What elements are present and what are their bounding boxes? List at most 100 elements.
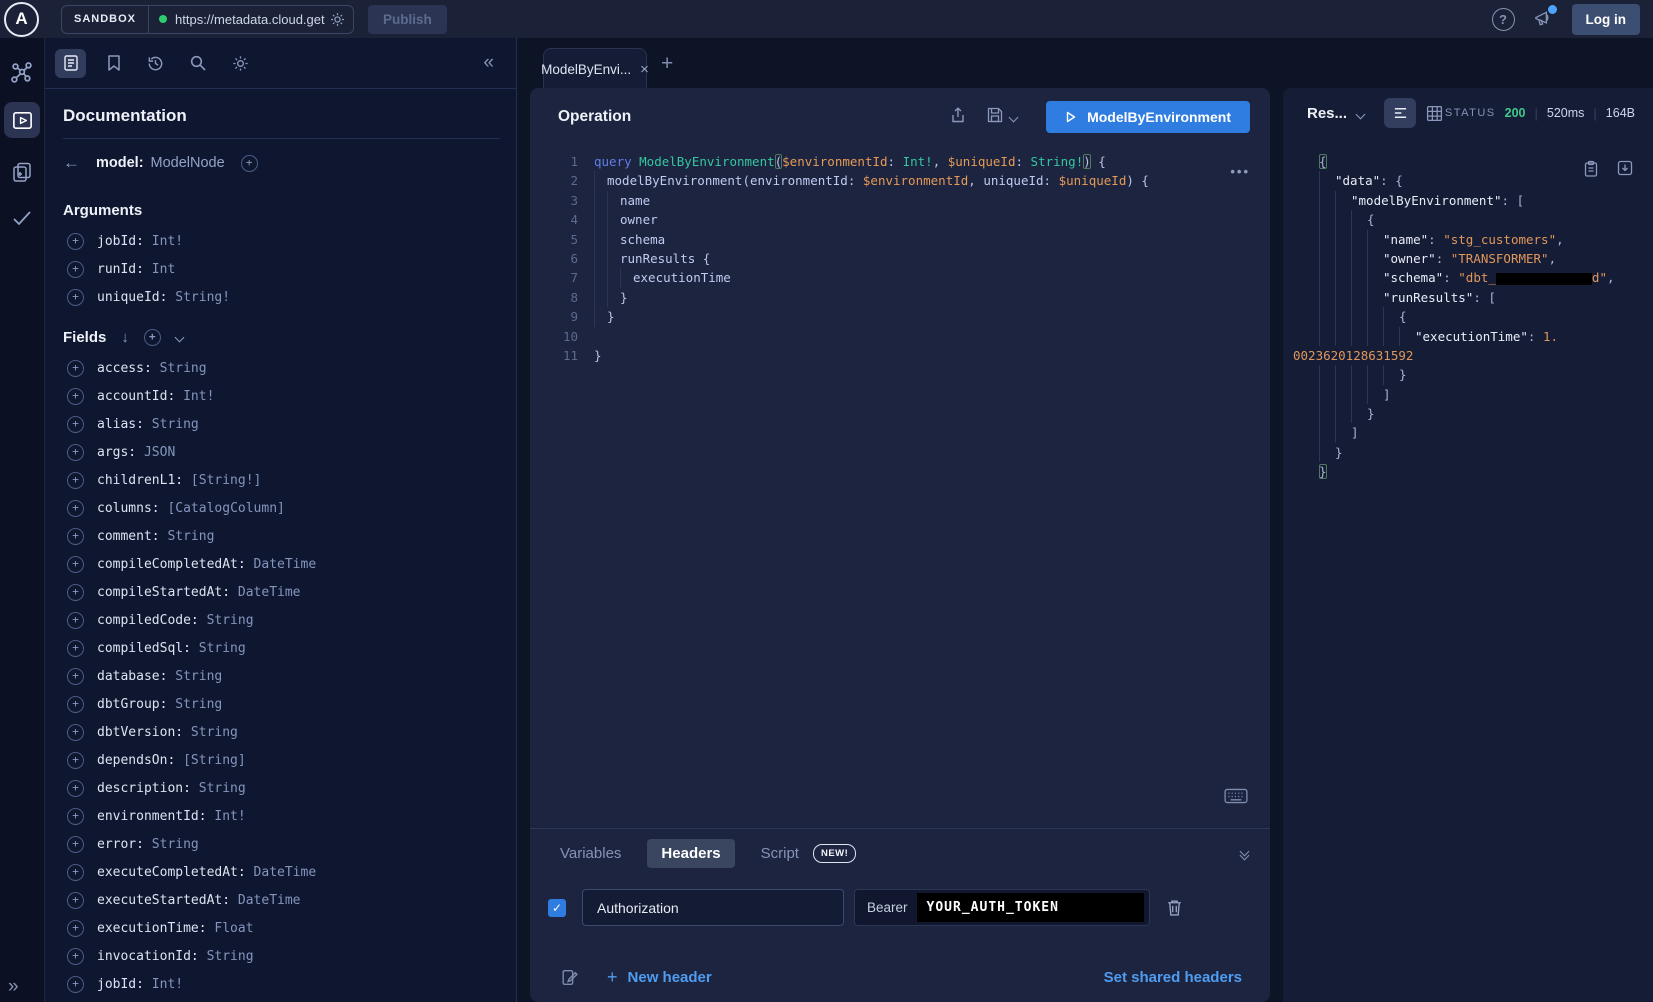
chevron-down-icon[interactable] — [1009, 112, 1019, 122]
plus-circle-icon[interactable]: + — [67, 640, 84, 657]
code-line[interactable]: 1query ModelByEnvironment($environmentId… — [546, 152, 1270, 171]
code-line[interactable]: 5schema — [546, 230, 1270, 249]
plus-circle-icon[interactable]: + — [67, 836, 84, 853]
response-title[interactable]: Res... — [1307, 105, 1347, 122]
plus-circle-icon[interactable]: + — [67, 892, 84, 909]
code-line[interactable]: 8} — [546, 288, 1270, 307]
field-row[interactable]: +compileCompletedAt: DateTime — [61, 550, 500, 578]
apollo-logo[interactable]: A — [4, 2, 39, 37]
plus-circle-icon[interactable]: + — [67, 808, 84, 825]
plus-circle-icon[interactable]: + — [67, 556, 84, 573]
field-row[interactable]: +database: String — [61, 662, 500, 690]
field-row[interactable]: +alias: String — [61, 410, 500, 438]
field-row[interactable]: +compiledSql: String — [61, 634, 500, 662]
plus-circle-icon[interactable]: + — [67, 388, 84, 405]
plus-circle-icon[interactable]: + — [67, 976, 84, 993]
field-row[interactable]: +invocationId: String — [61, 942, 500, 970]
field-row[interactable]: +error: String — [61, 830, 500, 858]
plus-circle-icon[interactable]: + — [67, 233, 84, 250]
sort-icon[interactable]: ↓ — [121, 329, 129, 346]
collapse-left-icon[interactable]: « — [483, 52, 494, 74]
plus-circle-icon[interactable]: + — [67, 528, 84, 545]
header-value-field[interactable]: Bearer YOUR_AUTH_TOKEN — [854, 889, 1150, 926]
field-row[interactable]: +dbtVersion: String — [61, 718, 500, 746]
back-arrow-icon[interactable]: ← — [63, 153, 80, 173]
documentation-icon[interactable] — [55, 49, 86, 78]
schema-graph-icon[interactable] — [9, 60, 35, 86]
help-icon[interactable]: ? — [1492, 8, 1515, 31]
plus-circle-icon[interactable]: + — [241, 155, 258, 172]
code-line[interactable]: 11} — [546, 346, 1270, 365]
field-row[interactable]: +comment: String — [61, 522, 500, 550]
argument-row[interactable]: +jobId: Int! — [61, 227, 500, 255]
field-row[interactable]: +dbtGroup: String — [61, 690, 500, 718]
code-line[interactable]: 9} — [546, 307, 1270, 326]
keyboard-icon[interactable] — [1224, 788, 1248, 804]
close-icon[interactable]: × — [640, 61, 649, 78]
copy-icon[interactable] — [1583, 160, 1599, 183]
field-row[interactable]: +environmentId: Int! — [61, 802, 500, 830]
field-row[interactable]: +executeStartedAt: DateTime — [61, 886, 500, 914]
plus-circle-icon[interactable]: + — [67, 261, 84, 278]
collapse-down-icon[interactable] — [1241, 848, 1248, 859]
plus-circle-icon[interactable]: + — [67, 752, 84, 769]
login-button[interactable]: Log in — [1572, 4, 1641, 35]
plus-circle-icon[interactable]: + — [67, 696, 84, 713]
plus-circle-icon[interactable]: + — [144, 329, 161, 346]
checks-icon[interactable] — [10, 206, 34, 230]
field-row[interactable]: +compileStartedAt: DateTime — [61, 578, 500, 606]
field-row[interactable]: +access: String — [61, 354, 500, 382]
graphql-editor[interactable]: 1query ModelByEnvironment($environmentId… — [530, 146, 1270, 365]
expand-rail-icon[interactable]: » — [8, 976, 19, 998]
settings-gear-icon[interactable] — [231, 54, 250, 73]
plus-circle-icon[interactable]: + — [67, 920, 84, 937]
code-line[interactable]: 10 — [546, 327, 1270, 346]
argument-row[interactable]: +uniqueId: String! — [61, 283, 500, 311]
code-line[interactable]: 3name — [546, 191, 1270, 210]
gear-icon[interactable] — [329, 11, 346, 28]
argument-row[interactable]: +runId: Int — [61, 255, 500, 283]
header-enabled-checkbox[interactable]: ✓ — [548, 899, 566, 917]
plus-circle-icon[interactable]: + — [67, 780, 84, 797]
operation-collection-icon[interactable] — [10, 160, 34, 184]
publish-button[interactable]: Publish — [368, 5, 447, 34]
field-row[interactable]: +args: JSON — [61, 438, 500, 466]
plus-circle-icon[interactable]: + — [67, 360, 84, 377]
history-icon[interactable] — [146, 54, 165, 73]
field-row[interactable]: +dependsOn: [String] — [61, 746, 500, 774]
new-tab-icon[interactable]: + — [661, 52, 673, 76]
run-operation-button[interactable]: ModelByEnvironment — [1046, 101, 1250, 133]
plus-circle-icon[interactable]: + — [67, 864, 84, 881]
plus-circle-icon[interactable]: + — [67, 612, 84, 629]
set-shared-headers-link[interactable]: Set shared headers — [1104, 969, 1242, 986]
field-row[interactable]: +executionTime: Float — [61, 914, 500, 942]
operation-tab[interactable]: ModelByEnvi... × — [543, 48, 647, 89]
code-line[interactable]: 2modelByEnvironment(environmentId: $envi… — [546, 171, 1270, 190]
chevron-down-icon[interactable] — [174, 333, 184, 343]
plus-circle-icon[interactable]: + — [67, 948, 84, 965]
endpoint-url-input[interactable]: https://metadata.cloud.get — [175, 12, 327, 27]
code-line[interactable]: 6runResults { — [546, 249, 1270, 268]
doc-model-type[interactable]: ModelNode — [151, 155, 225, 171]
field-row[interactable]: +jobId: Int! — [61, 970, 500, 998]
plus-circle-icon[interactable]: + — [67, 472, 84, 489]
plus-circle-icon[interactable]: + — [67, 444, 84, 461]
align-left-view-icon[interactable] — [1384, 98, 1416, 128]
plus-circle-icon[interactable]: + — [67, 724, 84, 741]
field-row[interactable]: +childrenL1: [String!] — [61, 466, 500, 494]
plus-circle-icon[interactable]: + — [67, 416, 84, 433]
code-line[interactable]: 7executionTime — [546, 268, 1270, 287]
field-row[interactable]: +description: String — [61, 774, 500, 802]
plus-circle-icon[interactable]: + — [67, 584, 84, 601]
field-row[interactable]: +accountId: Int! — [61, 382, 500, 410]
field-row[interactable]: +executeCompletedAt: DateTime — [61, 858, 500, 886]
plus-circle-icon[interactable]: + — [67, 289, 84, 306]
request-tab-headers[interactable]: Headers — [647, 839, 734, 868]
new-header-button[interactable]: + New header — [607, 967, 712, 988]
kebab-menu-icon[interactable]: ••• — [1230, 164, 1250, 179]
megaphone-icon[interactable] — [1533, 9, 1554, 29]
plus-circle-icon[interactable]: + — [67, 668, 84, 685]
search-icon[interactable] — [189, 54, 207, 72]
table-view-icon[interactable] — [1426, 105, 1443, 122]
trash-icon[interactable] — [1166, 898, 1183, 917]
